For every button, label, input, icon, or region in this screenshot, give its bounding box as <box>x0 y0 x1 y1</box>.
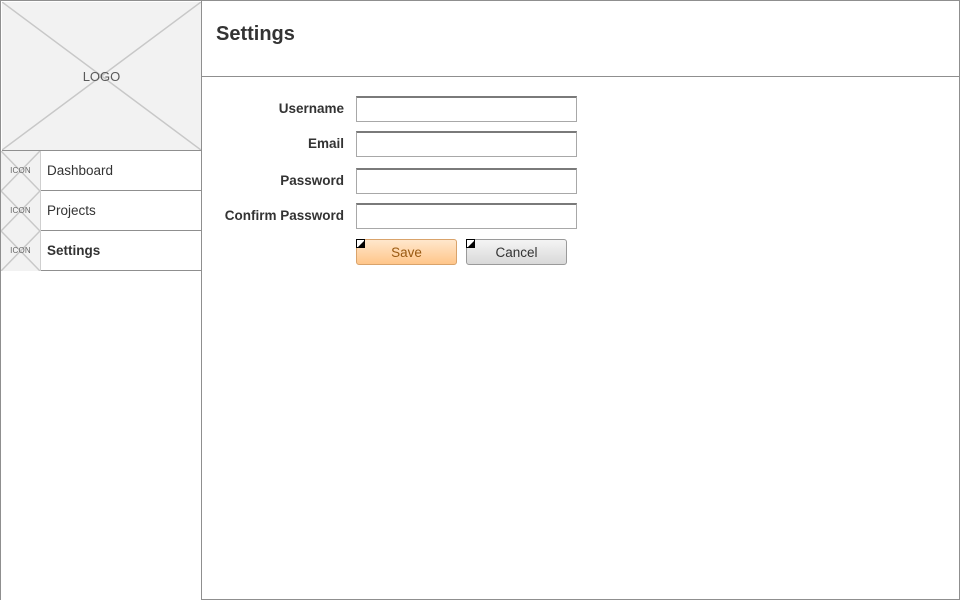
username-input[interactable] <box>356 96 577 122</box>
logo-placeholder: LOGO <box>2 2 201 151</box>
sidebar-item-dashboard[interactable]: ICON Dashboard <box>1 150 201 191</box>
dashboard-placeholder-icon: ICON <box>1 150 41 191</box>
email-input[interactable] <box>356 131 577 157</box>
sidebar-item-label: Dashboard <box>47 163 114 178</box>
password-input[interactable] <box>356 168 577 194</box>
save-button[interactable]: Save <box>356 239 457 265</box>
confirm-password-label: Confirm Password <box>224 208 344 223</box>
sidebar-nav: ICON Dashboard ICON Projects ICON Settin… <box>1 150 201 271</box>
confirm-password-input[interactable] <box>356 203 577 229</box>
app-window: LOGO ICON Dashboard ICON Projects ICON S… <box>0 0 960 600</box>
sidebar-item-settings[interactable]: ICON Settings <box>1 230 201 271</box>
sidebar-item-label: Projects <box>47 203 96 218</box>
logo-text: LOGO <box>82 68 121 84</box>
sidebar: LOGO ICON Dashboard ICON Projects ICON S… <box>1 1 202 600</box>
cancel-button-label: Cancel <box>495 244 538 260</box>
sidebar-item-label: Settings <box>47 243 101 258</box>
email-label: Email <box>307 136 344 151</box>
page-title: Settings <box>216 23 295 45</box>
projects-placeholder-icon: ICON <box>1 190 41 231</box>
icon-text: ICON <box>10 246 31 255</box>
password-label: Password <box>280 173 344 188</box>
corner-marker-icon <box>466 239 475 248</box>
settings-placeholder-icon: ICON <box>1 230 41 271</box>
icon-text: ICON <box>10 166 31 175</box>
page-header: Settings <box>202 1 960 77</box>
cancel-button[interactable]: Cancel <box>466 239 567 265</box>
save-button-label: Save <box>391 244 422 260</box>
sidebar-item-projects[interactable]: ICON Projects <box>1 190 201 231</box>
username-label: Username <box>278 101 344 116</box>
corner-marker-icon <box>356 239 365 248</box>
icon-text: ICON <box>10 206 31 215</box>
